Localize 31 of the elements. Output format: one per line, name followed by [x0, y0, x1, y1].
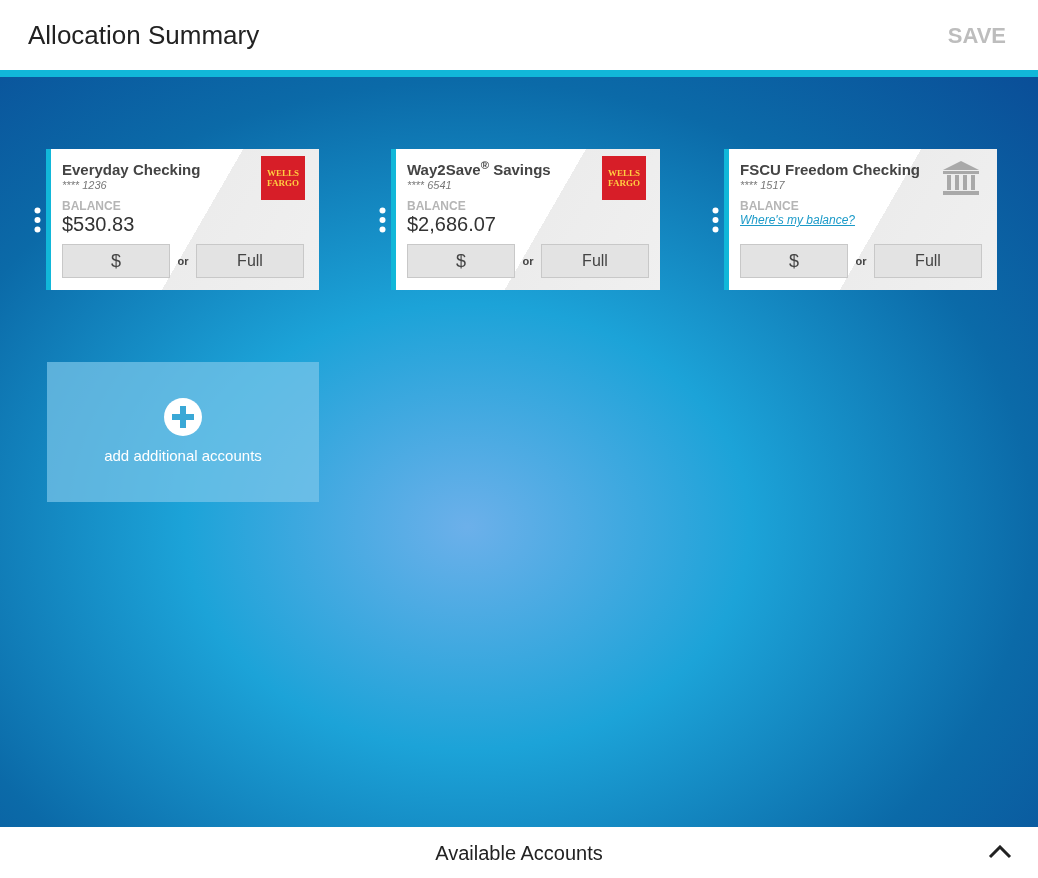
amount-button[interactable]: $: [740, 244, 848, 278]
full-button[interactable]: Full: [874, 244, 982, 278]
available-accounts-label[interactable]: Available Accounts: [435, 837, 603, 868]
balance-amount: $2,686.07: [407, 213, 497, 235]
or-label: or: [521, 253, 535, 269]
balance-amount: $530.83: [62, 213, 136, 235]
account-number: **** 1517: [740, 179, 785, 192]
drag-handle-icon[interactable]: [379, 206, 386, 233]
or-label: or: [854, 253, 868, 269]
bank-icon: [941, 159, 981, 197]
add-accounts-label: add additional accounts: [104, 445, 262, 466]
drag-handle-icon[interactable]: [34, 206, 41, 233]
or-label: or: [176, 253, 190, 269]
balance-label: BALANCE: [407, 200, 467, 213]
account-number: **** 6541: [407, 179, 452, 192]
full-button[interactable]: Full: [541, 244, 649, 278]
chevron-up-icon[interactable]: [988, 845, 1012, 859]
balance-label: BALANCE: [740, 200, 800, 213]
bank-logo: WELLS FARGO: [261, 156, 305, 200]
balance-label: BALANCE: [62, 200, 122, 213]
amount-button[interactable]: $: [62, 244, 170, 278]
full-button[interactable]: Full: [196, 244, 304, 278]
account-name: Everyday Checking: [62, 161, 201, 179]
account-name: Way2Save$^{®}$ Savings: [407, 161, 551, 179]
drag-handle-icon[interactable]: [712, 206, 719, 233]
account-name: FSCU Freedom Checking: [740, 161, 921, 179]
bank-logo: WELLS FARGO: [602, 156, 646, 200]
plus-icon: [163, 396, 203, 437]
amount-button[interactable]: $: [407, 244, 515, 278]
account-number: **** 1236: [62, 179, 107, 192]
page-title: Allocation Summary: [28, 18, 260, 52]
